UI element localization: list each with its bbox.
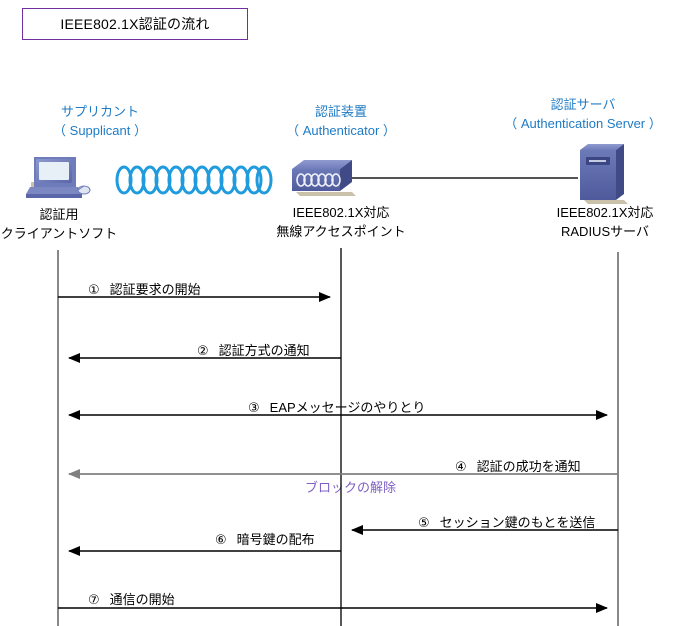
desktop-computer-icon bbox=[26, 157, 91, 198]
wireless-wave-icon bbox=[115, 165, 273, 195]
diagram-canvas bbox=[26, 144, 628, 626]
wireless-access-point-icon bbox=[292, 160, 356, 196]
server-tower-icon bbox=[580, 144, 628, 204]
